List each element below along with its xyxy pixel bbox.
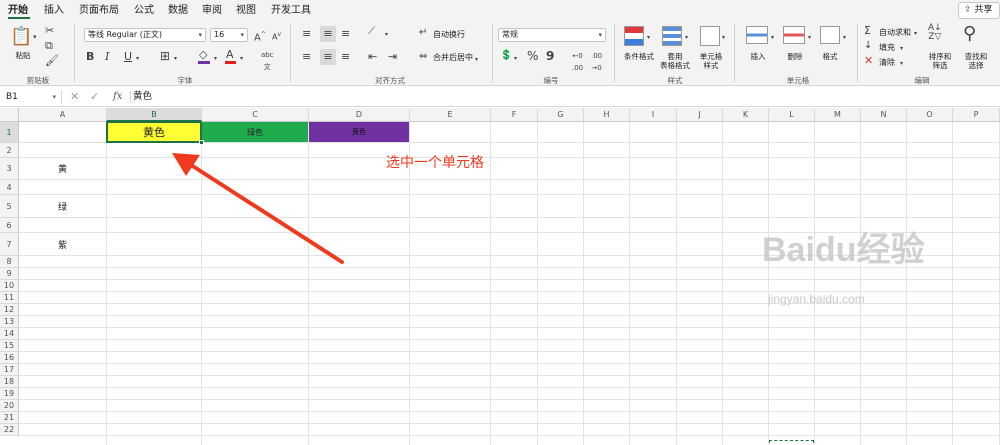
annotation-text: 选中一个单元格 — [386, 155, 484, 171]
baidu-watermark: Baidu经验 — [762, 231, 925, 269]
baidu-watermark-url: jingyan.baidu.com — [768, 292, 865, 306]
